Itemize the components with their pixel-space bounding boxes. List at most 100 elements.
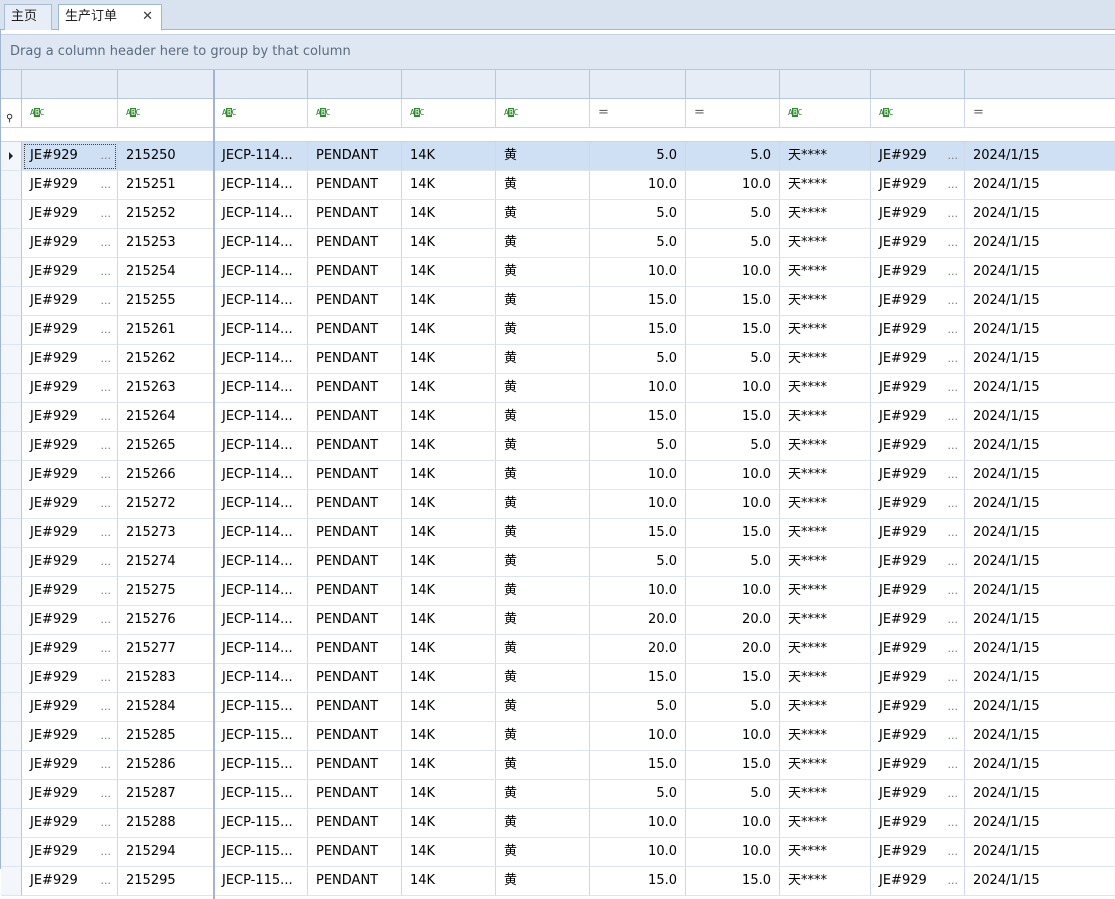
- cell-style[interactable]: JECP-114...: [214, 461, 308, 490]
- cell-purity[interactable]: 14K: [402, 171, 496, 200]
- table-row[interactable]: JE#929... 215275 JECP-114... PENDANT 14K 黄 10.…: [1, 577, 1115, 606]
- cell-prod_no[interactable]: 215252: [118, 200, 214, 229]
- cell-purity[interactable]: 14K: [402, 838, 496, 867]
- cell-prod_no[interactable]: 215273: [118, 519, 214, 548]
- cell-prod_no[interactable]: 215253: [118, 229, 214, 258]
- table-row[interactable]: JE#929... 215283 JECP-114... PENDANT 14K 黄 15.…: [1, 664, 1115, 693]
- cell-customer[interactable]: 天****: [780, 635, 871, 664]
- cell-color[interactable]: 黄: [496, 432, 590, 461]
- cell-prod_qty[interactable]: 5.0: [590, 345, 686, 374]
- cell-prod_qty[interactable]: 5.0: [590, 229, 686, 258]
- cell-ship_qty[interactable]: 10.0: [686, 809, 780, 838]
- cell-customer[interactable]: 天****: [780, 519, 871, 548]
- column-header-customer[interactable]: [780, 70, 871, 99]
- cell-order_date[interactable]: 2024/1/15: [965, 751, 1115, 780]
- table-row[interactable]: JE#929... 215261 JECP-114... PENDANT 14K 黄 15.…: [1, 316, 1115, 345]
- cell-order_date[interactable]: 2024/1/15: [965, 287, 1115, 316]
- cell-pono[interactable]: JE#929...: [22, 287, 118, 316]
- cell-purity[interactable]: 14K: [402, 432, 496, 461]
- cell-prod_no[interactable]: 215288: [118, 809, 214, 838]
- cell-style[interactable]: JECP-115...: [214, 722, 308, 751]
- cell-order_date[interactable]: 2024/1/15: [965, 374, 1115, 403]
- cell-purity[interactable]: 14K: [402, 606, 496, 635]
- cell-order_date[interactable]: 2024/1/15: [965, 316, 1115, 345]
- row-indicator[interactable]: [1, 345, 22, 374]
- cell-color[interactable]: 黄: [496, 490, 590, 519]
- cell-cust_order[interactable]: JE#929...: [871, 229, 965, 258]
- table-row[interactable]: JE#929... 215276 JECP-114... PENDANT 14K 黄 20.…: [1, 606, 1115, 635]
- table-row[interactable]: JE#929... 215252 JECP-114... PENDANT 14K 黄 5.0…: [1, 200, 1115, 229]
- cell-cust_order[interactable]: JE#929...: [871, 200, 965, 229]
- cell-cust_order[interactable]: JE#929...: [871, 287, 965, 316]
- cell-style_cat[interactable]: PENDANT: [308, 635, 402, 664]
- row-indicator[interactable]: [1, 751, 22, 780]
- cell-cust_order[interactable]: JE#929...: [871, 780, 965, 809]
- cell-customer[interactable]: 天****: [780, 461, 871, 490]
- cell-style_cat[interactable]: PENDANT: [308, 258, 402, 287]
- cell-prod_no[interactable]: 215295: [118, 867, 214, 896]
- cell-prod_qty[interactable]: 15.0: [590, 751, 686, 780]
- cell-prod_qty[interactable]: 15.0: [590, 403, 686, 432]
- cell-style[interactable]: JECP-114...: [214, 635, 308, 664]
- cell-color[interactable]: 黄: [496, 345, 590, 374]
- cell-ship_qty[interactable]: 15.0: [686, 287, 780, 316]
- table-row[interactable]: JE#929... 215287 JECP-115... PENDANT 14K 黄 5.0…: [1, 780, 1115, 809]
- cell-color[interactable]: 黄: [496, 374, 590, 403]
- cell-customer[interactable]: 天****: [780, 693, 871, 722]
- cell-cust_order[interactable]: JE#929...: [871, 403, 965, 432]
- cell-prod_no[interactable]: 215262: [118, 345, 214, 374]
- cell-style[interactable]: JECP-114...: [214, 287, 308, 316]
- cell-prod_no[interactable]: 215294: [118, 838, 214, 867]
- cell-color[interactable]: 黄: [496, 548, 590, 577]
- cell-cust_order[interactable]: JE#929...: [871, 722, 965, 751]
- cell-style_cat[interactable]: PENDANT: [308, 374, 402, 403]
- cell-pono[interactable]: JE#929...: [22, 693, 118, 722]
- cell-prod_no[interactable]: 215265: [118, 432, 214, 461]
- cell-customer[interactable]: 天****: [780, 316, 871, 345]
- cell-style[interactable]: JECP-114...: [214, 577, 308, 606]
- cell-prod_qty[interactable]: 5.0: [590, 200, 686, 229]
- cell-prod_no[interactable]: 215254: [118, 258, 214, 287]
- cell-prod_no[interactable]: 215261: [118, 316, 214, 345]
- cell-prod_qty[interactable]: 5.0: [590, 780, 686, 809]
- cell-color[interactable]: 黄: [496, 403, 590, 432]
- cell-style_cat[interactable]: PENDANT: [308, 751, 402, 780]
- cell-prod_qty[interactable]: 10.0: [590, 461, 686, 490]
- cell-prod_qty[interactable]: 10.0: [590, 374, 686, 403]
- filter-cell-cust_order[interactable]: ABC: [871, 99, 965, 128]
- cell-style_cat[interactable]: PENDANT: [308, 200, 402, 229]
- cell-order_date[interactable]: 2024/1/15: [965, 519, 1115, 548]
- cell-purity[interactable]: 14K: [402, 635, 496, 664]
- cell-ship_qty[interactable]: 10.0: [686, 577, 780, 606]
- cell-purity[interactable]: 14K: [402, 287, 496, 316]
- cell-prod_qty[interactable]: 5.0: [590, 548, 686, 577]
- column-header-color[interactable]: [496, 70, 590, 99]
- filter-cell-order_date[interactable]: =: [965, 99, 1115, 128]
- cell-style_cat[interactable]: PENDANT: [308, 345, 402, 374]
- cell-order_date[interactable]: 2024/1/15: [965, 664, 1115, 693]
- cell-prod_qty[interactable]: 10.0: [590, 809, 686, 838]
- table-row[interactable]: JE#929... 215254 JECP-114... PENDANT 14K 黄 10.…: [1, 258, 1115, 287]
- cell-customer[interactable]: 天****: [780, 722, 871, 751]
- cell-customer[interactable]: 天****: [780, 171, 871, 200]
- cell-purity[interactable]: 14K: [402, 664, 496, 693]
- cell-prod_no[interactable]: 215277: [118, 635, 214, 664]
- cell-order_date[interactable]: 2024/1/15: [965, 403, 1115, 432]
- row-indicator[interactable]: [1, 229, 22, 258]
- cell-prod_qty[interactable]: 5.0: [590, 432, 686, 461]
- cell-pono[interactable]: JE#929...: [22, 519, 118, 548]
- cell-ship_qty[interactable]: 10.0: [686, 838, 780, 867]
- cell-order_date[interactable]: 2024/1/15: [965, 345, 1115, 374]
- cell-ship_qty[interactable]: 15.0: [686, 316, 780, 345]
- cell-customer[interactable]: 天****: [780, 606, 871, 635]
- cell-ship_qty[interactable]: 15.0: [686, 403, 780, 432]
- cell-ship_qty[interactable]: 10.0: [686, 171, 780, 200]
- cell-style_cat[interactable]: PENDANT: [308, 664, 402, 693]
- cell-customer[interactable]: 天****: [780, 403, 871, 432]
- cell-color[interactable]: 黄: [496, 519, 590, 548]
- column-header-cust_order[interactable]: [871, 70, 965, 99]
- row-indicator[interactable]: [1, 287, 22, 316]
- cell-order_date[interactable]: 2024/1/15: [965, 461, 1115, 490]
- row-indicator[interactable]: [1, 461, 22, 490]
- cell-pono[interactable]: JE#929...: [22, 867, 118, 896]
